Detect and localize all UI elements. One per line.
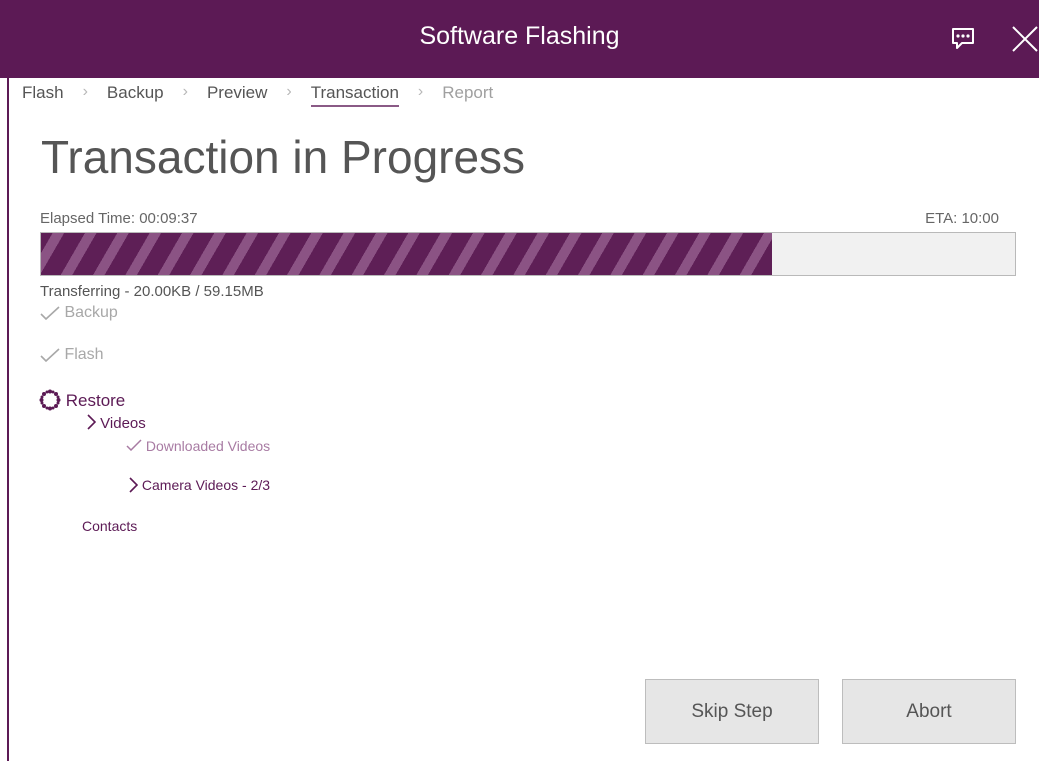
step-label: Restore [65,391,126,410]
check-icon [40,348,60,362]
abort-button[interactable]: Abort [842,679,1016,744]
check-icon [126,439,142,452]
restore-videos[interactable]: Videos [86,414,146,432]
step-restore: Restore [39,389,125,411]
step-label: Flash [64,346,104,363]
step-backup: Backup [40,304,118,322]
breadcrumb-separator: › [286,83,292,100]
step-flash: Flash [40,346,104,364]
breadcrumb-report: Report [442,83,494,102]
breadcrumb-transaction[interactable]: Transaction [310,83,399,107]
breadcrumb-backup[interactable]: Backup [107,83,164,103]
title-bar: Software Flashing [0,0,1039,78]
step-label: Backup [64,304,118,321]
skip-step-button[interactable]: Skip Step [645,679,819,744]
transfer-status: Transferring - 20.00KB / 59.15MB [40,283,264,300]
page-title: Transaction in Progress [41,131,526,183]
camera-videos[interactable]: Camera Videos - 2/3 [128,477,270,493]
camera-videos-label: Camera Videos - 2/3 [141,477,271,493]
breadcrumb-flash[interactable]: Flash [22,83,64,103]
progress-bar [40,232,1016,276]
chevron-right-icon [87,414,97,430]
progress-bar-fill [41,233,772,275]
check-icon [40,306,60,320]
restore-contacts: Contacts [82,518,138,534]
eta: ETA: 10:00 [925,210,999,227]
breadcrumb-preview[interactable]: Preview [207,83,267,103]
window-title: Software Flashing [419,22,620,50]
feedback-chat-icon[interactable] [949,25,977,53]
breadcrumb-separator: › [182,83,188,100]
window-frame-left [7,78,9,761]
downloaded-videos: Downloaded Videos [126,438,270,454]
chevron-right-icon [129,477,139,493]
downloaded-videos-label: Downloaded Videos [145,438,271,454]
breadcrumb: Flash › Backup › Preview › Transaction › Report [22,83,493,107]
breadcrumb-separator: › [417,83,424,100]
restore-videos-label: Videos [100,415,146,432]
breadcrumb-separator: › [82,83,88,100]
elapsed-time: Elapsed Time: 00:09:37 [40,210,198,227]
spinner-icon [39,389,61,411]
close-icon[interactable] [1010,24,1039,54]
